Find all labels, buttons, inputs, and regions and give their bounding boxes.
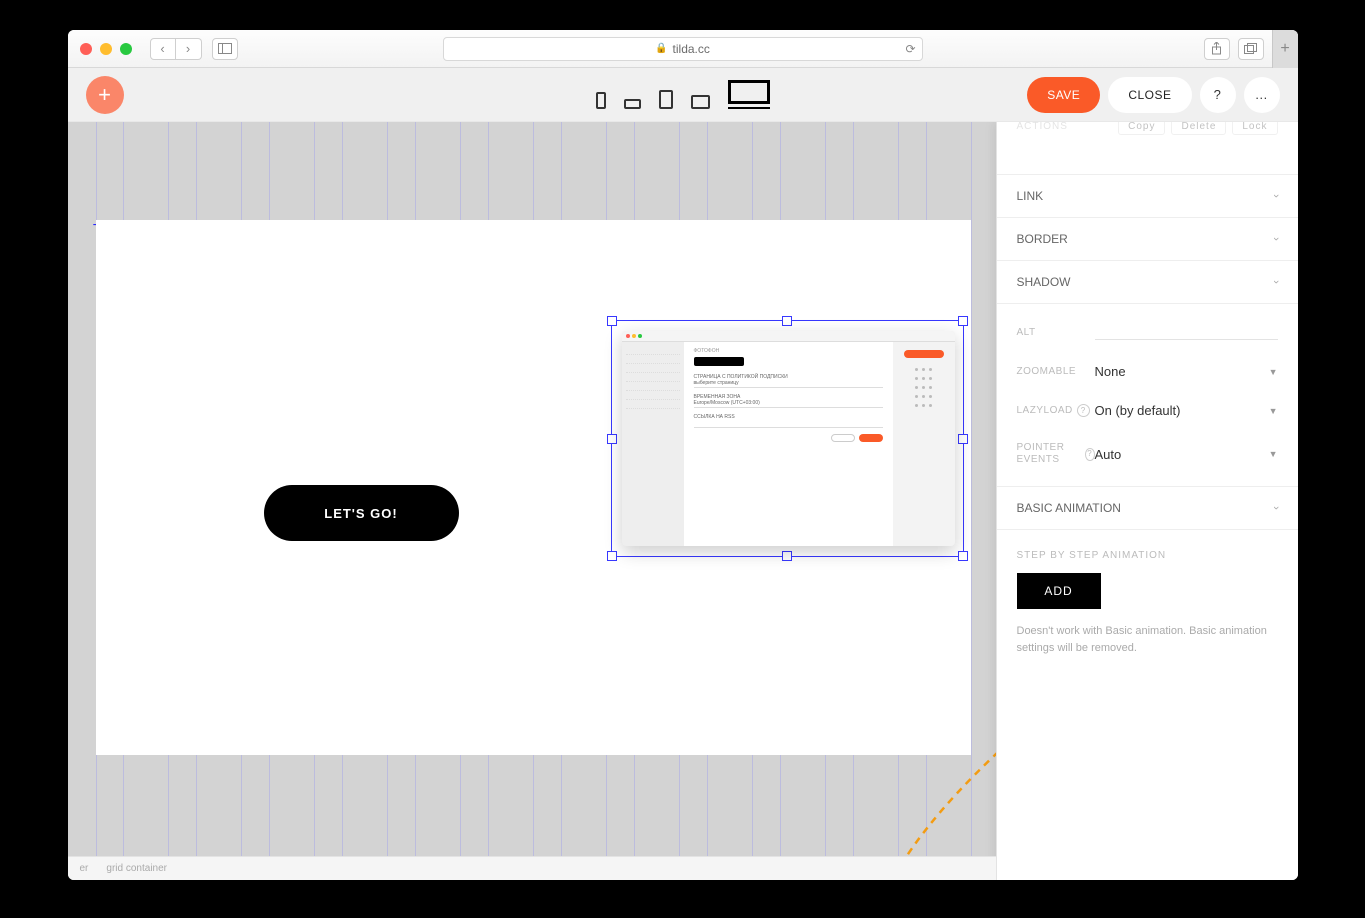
chevron-down-icon: › [1270,237,1282,241]
resize-handle-br[interactable] [958,551,968,561]
breadcrumb-item[interactable]: er [80,863,89,874]
accordion-border[interactable]: BORDER› [997,218,1298,261]
action-delete-button[interactable]: Delete [1171,122,1226,135]
close-window-icon[interactable] [80,43,92,55]
device-phone-icon[interactable] [596,92,606,109]
step-animation-note: Doesn't work with Basic animation. Basic… [997,623,1298,676]
chevron-down-icon: › [1270,280,1282,284]
help-button[interactable]: ? [1200,77,1236,113]
alt-input[interactable] [1095,324,1278,340]
alt-label: ALT [1017,327,1095,338]
breadcrumb-item[interactable]: grid container [106,863,167,874]
traffic-lights [80,43,132,55]
resize-handle-tm[interactable] [782,316,792,326]
url-text: tilda.cc [673,42,710,56]
address-bar[interactable]: 🔒 tilda.cc ⟳ [443,37,923,61]
actions-label: ACTIONS [1017,122,1068,132]
device-tablet-icon[interactable] [659,90,673,109]
browser-chrome: ‹ › 🔒 tilda.cc ⟳ + [68,30,1298,68]
action-copy-button[interactable]: Copy [1118,122,1165,135]
browser-window: ‹ › 🔒 tilda.cc ⟳ + + [68,30,1298,880]
canvas-area[interactable]: + LET'S GO! [68,122,1298,880]
resize-handle-bl[interactable] [607,551,617,561]
minimize-window-icon[interactable] [100,43,112,55]
resize-handle-tr[interactable] [958,316,968,326]
lazyload-label: LAZYLOAD ? [1017,404,1095,417]
dropdown-icon: ▼ [1269,367,1278,377]
help-icon[interactable]: ? [1085,448,1095,461]
tabs-icon[interactable] [1238,38,1264,60]
new-tab-button[interactable]: + [1272,30,1298,68]
zoomable-select[interactable]: None▼ [1095,364,1278,379]
more-button[interactable]: … [1244,77,1280,113]
inner-upload-button [694,357,744,366]
resize-handle-tl[interactable] [607,316,617,326]
reload-icon[interactable]: ⟳ [905,42,915,56]
share-icon[interactable] [1204,38,1230,60]
accordion-basic-animation[interactable]: BASIC ANIMATION› [997,487,1298,530]
lazyload-select[interactable]: On (by default)▼ [1095,403,1278,418]
properties-panel: ACTIONS Copy Delete Lock LINK› BORDER› S… [996,122,1298,880]
resize-handle-ml[interactable] [607,434,617,444]
sidebar-toggle-icon[interactable] [212,38,238,60]
chevron-down-icon: › [1270,194,1282,198]
lets-go-button[interactable]: LET'S GO! [264,485,459,541]
device-preview-row [596,80,770,109]
nav-buttons: ‹ › [150,38,202,60]
forward-button[interactable]: › [176,38,202,60]
back-button[interactable]: ‹ [150,38,176,60]
placed-image: ФОТОФОН СТРАНИЦА С ПОЛИТИКОЙ ПОДПИСКИвыб… [622,331,955,546]
lock-icon: 🔒 [655,43,667,54]
dropdown-icon: ▼ [1269,449,1278,459]
add-animation-button[interactable]: ADD [1017,573,1101,609]
accordion-link[interactable]: LINK› [997,175,1298,218]
app-toolbar: + SAVE CLOSE ? … [68,68,1298,122]
chevron-down-icon: › [1270,506,1282,510]
pointer-events-select[interactable]: Auto▼ [1095,447,1278,462]
device-phone-landscape-icon[interactable] [624,99,641,109]
dropdown-icon: ▼ [1269,406,1278,416]
close-button[interactable]: CLOSE [1108,77,1191,113]
help-icon[interactable]: ? [1077,404,1090,417]
accordion-shadow[interactable]: SHADOW› [997,261,1298,304]
save-button[interactable]: SAVE [1027,77,1100,113]
device-tablet-landscape-icon[interactable] [691,95,710,109]
footer-breadcrumb: er grid container [68,856,996,880]
zoomable-label: ZOOMABLE [1017,366,1095,377]
device-desktop-icon[interactable] [728,80,770,109]
pointer-events-label: POINTER EVENTS ? [1017,442,1095,466]
add-block-button[interactable]: + [86,76,124,114]
resize-handle-mr[interactable] [958,434,968,444]
action-lock-button[interactable]: Lock [1232,122,1277,135]
selected-element[interactable]: ФОТОФОН СТРАНИЦА С ПОЛИТИКОЙ ПОДПИСКИвыб… [611,320,964,557]
maximize-window-icon[interactable] [120,43,132,55]
step-animation-title: STEP BY STEP ANIMATION [997,530,1298,573]
resize-handle-bm[interactable] [782,551,792,561]
